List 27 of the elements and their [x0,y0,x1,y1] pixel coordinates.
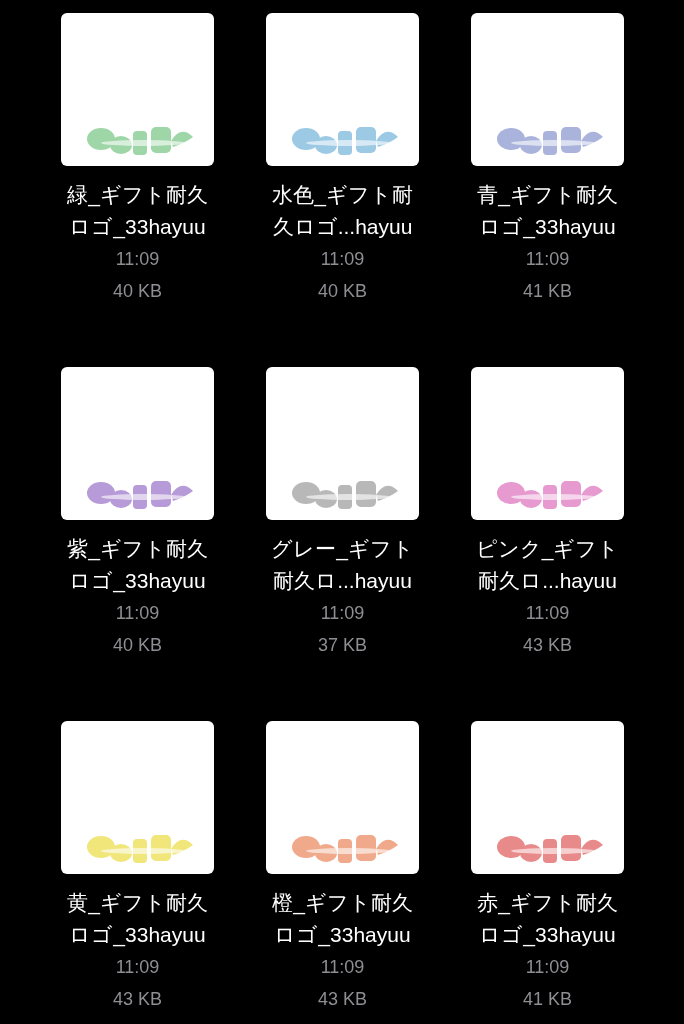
file-size: 43 KB [112,988,162,1011]
file-time: 11:09 [320,956,365,979]
file-size: 43 KB [317,988,367,1011]
file-size: 41 KB [522,988,572,1011]
file-name: 紫_ギフト耐久 ロゴ_33hayuu [67,536,208,595]
file-size: 37 KB [317,634,367,657]
file-name: グレー_ギフト 耐久ロ...hayuu [271,536,414,594]
file-time: 11:09 [525,956,570,979]
file-name: 緑_ギフト耐久 ロゴ_33hayuu [67,182,208,241]
file-name: 水色_ギフト耐 久ロゴ...hayuu [272,182,413,240]
file-size: 41 KB [522,280,572,303]
file-size: 43 KB [522,634,572,657]
file-size: 40 KB [112,634,162,657]
file-name: 赤_ギフト耐久 ロゴ_33hayuu [477,890,618,949]
file-time: 11:09 [320,248,365,271]
file-name: 黄_ギフト耐久 ロゴ_33hayuu [67,890,208,949]
file-time: 11:09 [115,248,160,271]
file-time: 11:09 [115,602,160,625]
file-size: 40 KB [317,280,367,303]
file-time: 11:09 [115,956,160,979]
file-time: 11:09 [525,248,570,271]
file-name: ピンク_ギフト 耐久ロ...hayuu [475,536,620,594]
file-time: 11:09 [320,602,365,625]
file-time: 11:09 [525,602,570,625]
file-name: 青_ギフト耐久 ロゴ_33hayuu [477,182,618,241]
file-name: 橙_ギフト耐久 ロゴ_33hayuu [272,890,413,949]
file-size: 40 KB [112,280,162,303]
